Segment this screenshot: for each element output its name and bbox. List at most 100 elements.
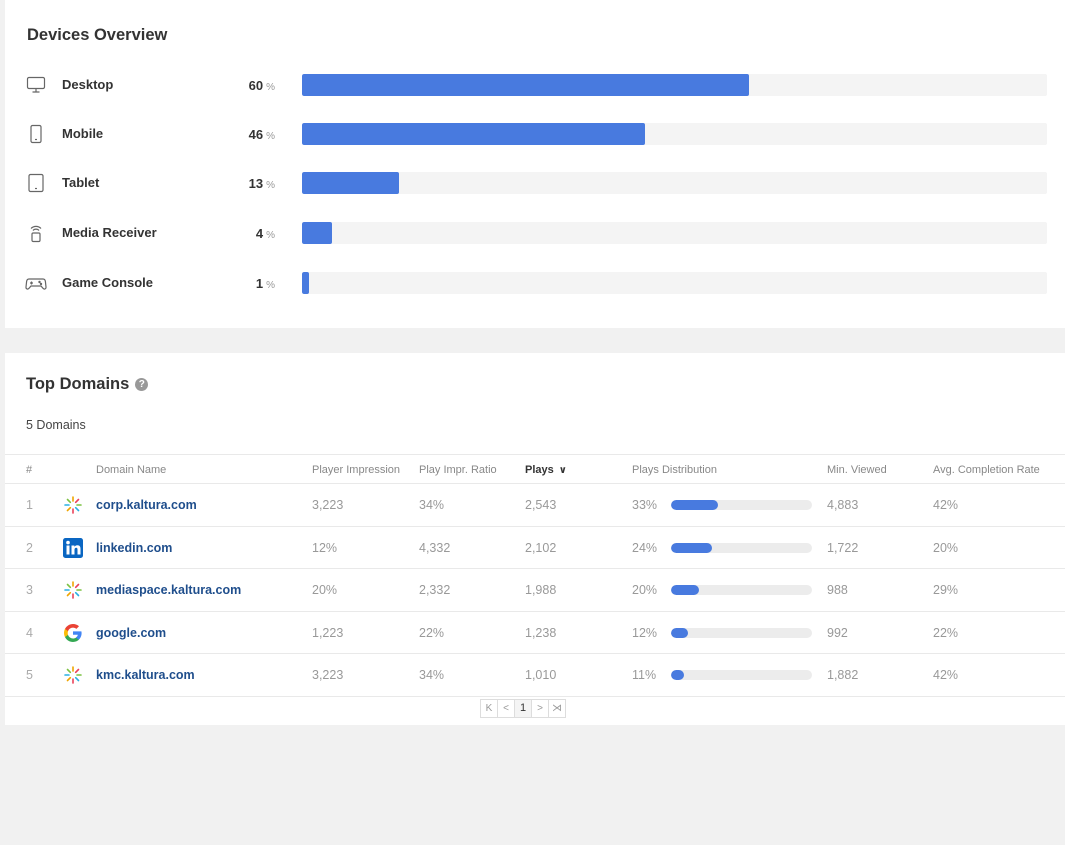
- player-impression-value: 3,223: [312, 668, 344, 682]
- table-row: 1 corp.kaltura.com 3,223 34% 2,543 33% 4…: [5, 484, 1065, 527]
- plays-value: 2,543: [525, 498, 557, 512]
- table-row: 5 kmc.kaltura.com 3,223 34% 1,010 11% 1,…: [5, 654, 1065, 697]
- row-rank: 3: [26, 583, 33, 597]
- avg-completion-rate-value: 42%: [933, 668, 959, 682]
- player-impression-value: 12%: [312, 540, 338, 555]
- device-row-desktop: Desktop 60%: [5, 73, 1065, 97]
- last-page-button[interactable]: ⋊: [548, 699, 566, 718]
- avg-completion-rate-value: 20%: [933, 540, 959, 555]
- top-domains-card: Top Domains ? 5 Domains # Domain Name Pl…: [5, 353, 1065, 725]
- play-impr-ratio-value: 4,332: [419, 540, 451, 555]
- distribution-bar-fill: [671, 670, 684, 680]
- domain-link[interactable]: kmc.kaltura.com: [96, 668, 195, 682]
- device-percent: 4%: [255, 226, 275, 241]
- distribution-bar-track: [671, 500, 812, 510]
- device-bar-fill: [302, 272, 310, 294]
- device-row-tablet: Tablet 13%: [5, 171, 1065, 195]
- column-play-impr-ratio[interactable]: Play Impr. Ratio: [419, 464, 497, 476]
- device-bar-track: [302, 74, 1047, 96]
- help-icon[interactable]: ?: [135, 378, 149, 391]
- domain-link[interactable]: linkedin.com: [96, 541, 172, 555]
- device-label: Media Receiver: [62, 225, 157, 240]
- kaltura-logo-icon: [62, 579, 84, 601]
- domain-link[interactable]: mediaspace.kaltura.com: [96, 583, 241, 597]
- plays-value: 2,102: [525, 540, 557, 555]
- player-impression-value: 3,223: [312, 498, 344, 512]
- plays-value: 1,010: [525, 668, 557, 682]
- domain-link[interactable]: google.com: [96, 626, 166, 640]
- device-percent: 46%: [248, 127, 275, 142]
- column-plays-distribution[interactable]: Plays Distribution: [632, 464, 717, 476]
- distribution-bar-fill: [671, 585, 700, 595]
- play-impr-ratio-value: 34%: [419, 668, 445, 682]
- sort-desc-icon[interactable]: ∨: [559, 465, 567, 476]
- next-page-button[interactable]: >: [531, 699, 549, 718]
- play-impr-ratio-value: 22%: [419, 625, 445, 640]
- distribution-bar-track: [671, 670, 812, 680]
- plays-distribution-value: 12%: [632, 625, 658, 640]
- row-rank: 2: [26, 540, 33, 555]
- distribution-bar-track: [671, 542, 812, 553]
- game-console-icon: [25, 272, 47, 294]
- devices-overview-card: Devices Overview Desktop 60% Mobile 46% …: [5, 0, 1065, 328]
- mobile-icon: [25, 123, 47, 145]
- plays-value: 1,238: [525, 625, 557, 640]
- device-row-media-receiver: Media Receiver 4%: [5, 221, 1065, 245]
- plays-distribution-value: 11%: [632, 668, 657, 682]
- table-row: 2 linkedin.com 12% 4,332 2,102 24% 1,722…: [5, 527, 1065, 569]
- device-bar-track: [302, 222, 1047, 244]
- linkedin-logo-icon: [62, 537, 84, 559]
- min-viewed-value: 1,722: [827, 540, 859, 555]
- column-avg-completion-rate[interactable]: Avg. Completion Rate: [933, 464, 1040, 476]
- device-label: Desktop: [62, 77, 114, 92]
- play-impr-ratio-value: 2,332: [419, 583, 451, 597]
- devices-overview-title: Devices Overview: [27, 26, 168, 44]
- column-min-viewed[interactable]: Min. Viewed: [827, 464, 887, 476]
- device-bar-track: [302, 172, 1047, 194]
- player-impression-value: 20%: [312, 583, 338, 597]
- distribution-bar-track: [671, 627, 812, 638]
- device-label: Mobile: [62, 126, 104, 141]
- min-viewed-value: 992: [827, 625, 848, 640]
- avg-completion-rate-value: 42%: [933, 498, 959, 512]
- desktop-icon: [25, 74, 47, 96]
- plays-distribution-value: 33%: [632, 498, 658, 512]
- distribution-bar-track: [671, 585, 812, 595]
- device-row-game-console: Game Console 1%: [5, 271, 1065, 295]
- prev-page-button[interactable]: <: [497, 699, 515, 718]
- avg-completion-rate-value: 22%: [933, 625, 959, 640]
- device-row-mobile: Mobile 46%: [5, 122, 1065, 146]
- kaltura-logo-icon: [62, 494, 84, 516]
- tablet-icon: [25, 172, 47, 194]
- domain-link[interactable]: corp.kaltura.com: [96, 498, 197, 512]
- distribution-bar-fill: [671, 500, 718, 510]
- table-row: 4 google.com 1,223 22% 1,238 12% 992 22%: [5, 612, 1065, 654]
- row-rank: 1: [26, 498, 33, 512]
- row-rank: 5: [26, 668, 33, 682]
- device-percent: 1%: [255, 276, 275, 291]
- top-domains-title: Top Domains ?: [26, 375, 149, 394]
- row-rank: 4: [26, 625, 33, 640]
- column-player-impression[interactable]: Player Impression: [312, 464, 400, 476]
- table-header: # Domain Name Player Impression Play Imp…: [5, 454, 1065, 484]
- player-impression-value: 1,223: [312, 625, 344, 640]
- plays-value: 1,988: [525, 583, 557, 597]
- device-bar-fill: [302, 172, 399, 194]
- device-bar-fill: [302, 222, 332, 244]
- min-viewed-value: 4,883: [827, 498, 859, 512]
- page-1-button[interactable]: 1: [514, 699, 532, 718]
- column-domain-name[interactable]: Domain Name: [96, 464, 166, 476]
- min-viewed-value: 988: [827, 583, 848, 597]
- plays-distribution-value: 24%: [632, 540, 658, 555]
- device-bar-fill: [302, 74, 749, 96]
- first-page-button[interactable]: K: [480, 699, 498, 718]
- device-label: Tablet: [62, 175, 100, 190]
- domains-count: 5 Domains: [26, 418, 86, 432]
- avg-completion-rate-value: 29%: [933, 583, 959, 597]
- column-plays[interactable]: Plays ∨: [525, 464, 567, 476]
- kaltura-logo-icon: [62, 664, 84, 686]
- plays-distribution-value: 20%: [632, 583, 658, 597]
- pagination: K < 1 > ⋊: [480, 699, 566, 718]
- distribution-bar-fill: [671, 627, 688, 638]
- play-impr-ratio-value: 34%: [419, 498, 445, 512]
